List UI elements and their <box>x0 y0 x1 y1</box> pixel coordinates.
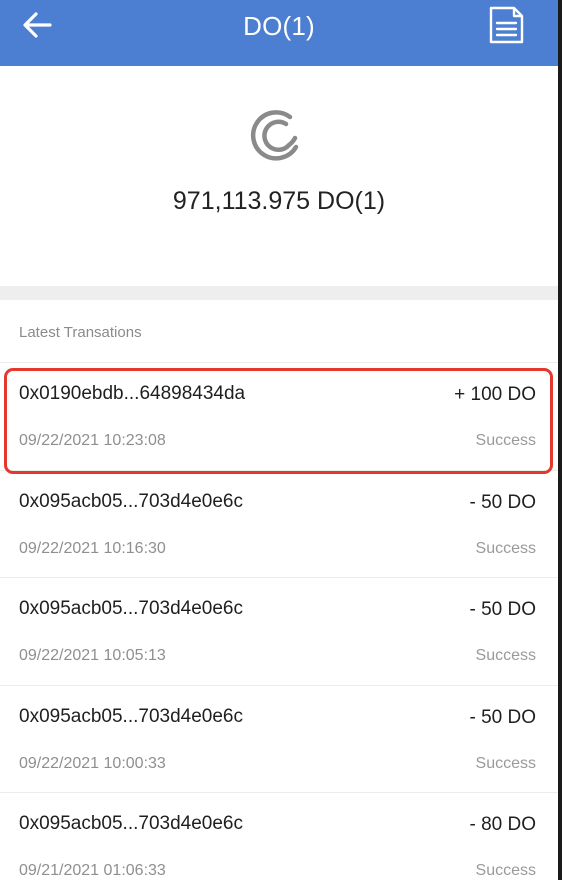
tx-hash: 0x095acb05...703d4e0e6c <box>19 598 243 619</box>
transaction-list: 0x0190ebdb...64898434da + 100 DO 09/22/2… <box>0 362 558 880</box>
token-detail-screen: DO(1) 971,113.975 DO(1) Latest Transatio… <box>0 0 562 880</box>
tx-hash: 0x095acb05...703d4e0e6c <box>19 705 243 727</box>
tx-status: Success <box>475 647 536 664</box>
latest-transactions-heading: Latest Transations <box>19 324 142 341</box>
section-divider <box>0 286 558 300</box>
records-button[interactable] <box>486 4 528 44</box>
tx-time: 09/22/2021 10:05:13 <box>19 647 166 664</box>
tx-amount: + 100 DO <box>454 384 536 405</box>
transaction-row[interactable]: 0x0190ebdb...64898434da + 100 DO 09/22/2… <box>0 362 558 470</box>
tx-amount: - 50 DO <box>469 599 536 620</box>
app-header: DO(1) <box>0 0 558 66</box>
tx-amount: - 50 DO <box>469 491 536 513</box>
transaction-row[interactable]: 0x095acb05...703d4e0e6c - 80 DO 09/21/20… <box>0 792 558 880</box>
tx-amount: - 80 DO <box>469 814 536 835</box>
tx-status: Success <box>475 754 536 772</box>
document-icon <box>489 6 524 44</box>
tx-status: Success <box>475 539 536 557</box>
window-edge <box>558 0 562 880</box>
tx-time: 09/22/2021 10:23:08 <box>19 432 166 449</box>
transaction-row[interactable]: 0x095acb05...703d4e0e6c - 50 DO 09/22/20… <box>0 469 558 578</box>
tx-hash: 0x0190ebdb...64898434da <box>19 383 246 404</box>
balance-amount: 971,113.975 DO(1) <box>172 187 386 215</box>
tx-time: 09/22/2021 10:16:30 <box>19 539 166 557</box>
tx-time: 09/21/2021 01:06:33 <box>19 862 166 879</box>
transaction-row[interactable]: 0x095acb05...703d4e0e6c - 50 DO 09/22/20… <box>0 684 558 793</box>
tx-time: 09/22/2021 10:00:33 <box>19 754 166 772</box>
page-title: DO(1) <box>243 11 315 41</box>
tx-amount: - 50 DO <box>469 706 536 728</box>
tx-status: Success <box>475 432 536 449</box>
tx-hash: 0x095acb05...703d4e0e6c <box>19 813 243 834</box>
tx-status: Success <box>475 862 536 879</box>
tx-hash: 0x095acb05...703d4e0e6c <box>19 490 243 512</box>
transaction-row[interactable]: 0x095acb05...703d4e0e6c - 50 DO 09/22/20… <box>0 577 558 685</box>
token-logo-icon <box>250 110 299 161</box>
balance-card: 971,113.975 DO(1) <box>0 66 558 286</box>
